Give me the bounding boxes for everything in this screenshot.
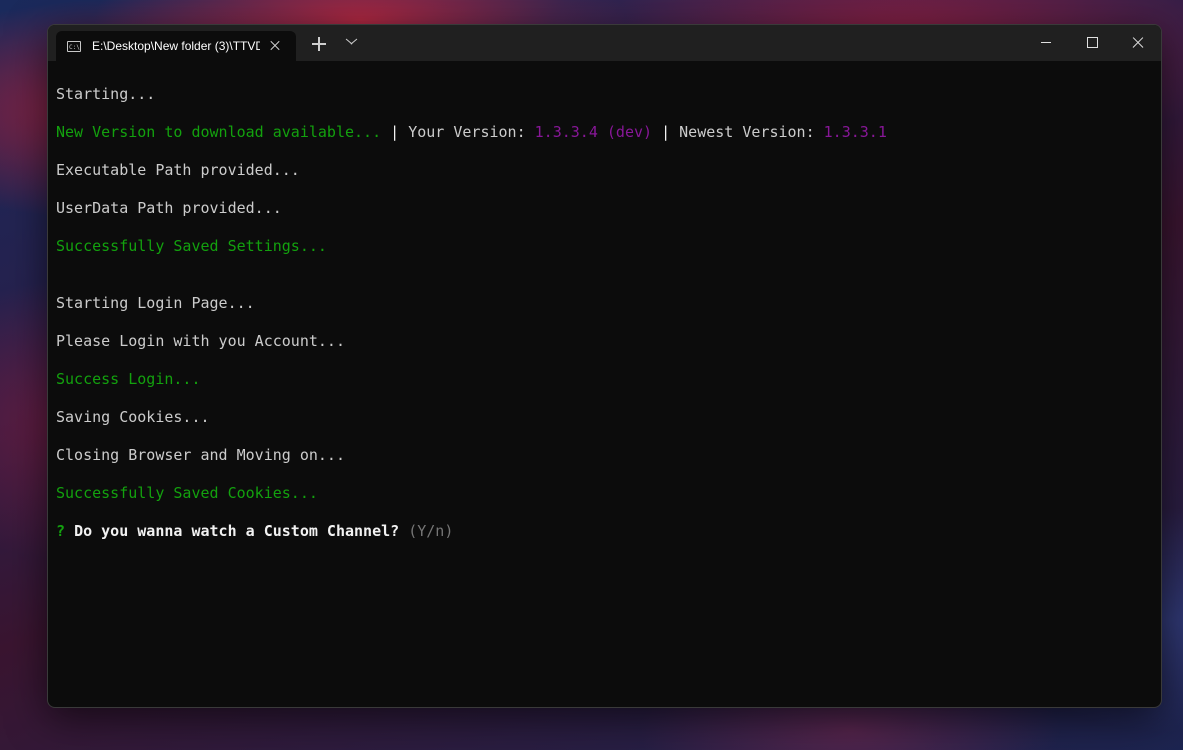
- maximize-button[interactable]: [1069, 25, 1115, 61]
- terminal-output[interactable]: Starting... New Version to download avai…: [56, 85, 1161, 560]
- tab-title: E:\Desktop\New folder (3)\TTVD: [92, 39, 260, 53]
- version-message: New Version to download available...: [56, 123, 382, 141]
- newest-version-value: 1.3.3.1: [823, 123, 887, 141]
- tab-close-icon[interactable]: [268, 39, 282, 53]
- output-line: Executable Path provided...: [56, 161, 300, 179]
- output-line: Closing Browser and Moving on...: [56, 446, 345, 464]
- your-version-value: 1.3.3.4 (dev): [534, 123, 653, 141]
- prompt-mark: ?: [56, 522, 66, 540]
- separator: |: [390, 123, 400, 141]
- your-version-label: Your Version:: [408, 123, 535, 141]
- prompt-question: Do you wanna watch a Custom Channel?: [74, 522, 400, 540]
- success-line: Successfully Saved Cookies...: [56, 484, 318, 502]
- output-line: Please Login with you Account...: [56, 332, 345, 350]
- output-line: Starting...: [56, 85, 156, 103]
- title-bar: C:\ E:\Desktop\New folder (3)\TTVD: [48, 25, 1161, 61]
- output-line: Saving Cookies...: [56, 408, 210, 426]
- success-line: Success Login...: [56, 370, 201, 388]
- terminal-icon: C:\: [67, 40, 81, 52]
- success-line: Successfully Saved Settings...: [56, 237, 327, 255]
- close-button[interactable]: [1115, 25, 1161, 61]
- minimize-button[interactable]: [1023, 25, 1069, 61]
- prompt-line[interactable]: ? Do you wanna watch a Custom Channel? (…: [56, 522, 1161, 560]
- version-line: New Version to download available... | Y…: [56, 123, 1161, 161]
- terminal-window: C:\ E:\Desktop\New folder (3)\TTVD Start…: [47, 24, 1162, 708]
- tab-active[interactable]: C:\ E:\Desktop\New folder (3)\TTVD: [56, 31, 296, 61]
- prompt-hint: (Y/n): [408, 522, 454, 540]
- output-line: Starting Login Page...: [56, 294, 255, 312]
- chevron-down-icon[interactable]: [346, 38, 358, 46]
- newest-version-label: Newest Version:: [679, 123, 824, 141]
- output-line: UserData Path provided...: [56, 199, 282, 217]
- new-tab-icon[interactable]: [312, 37, 326, 51]
- separator: |: [661, 123, 671, 141]
